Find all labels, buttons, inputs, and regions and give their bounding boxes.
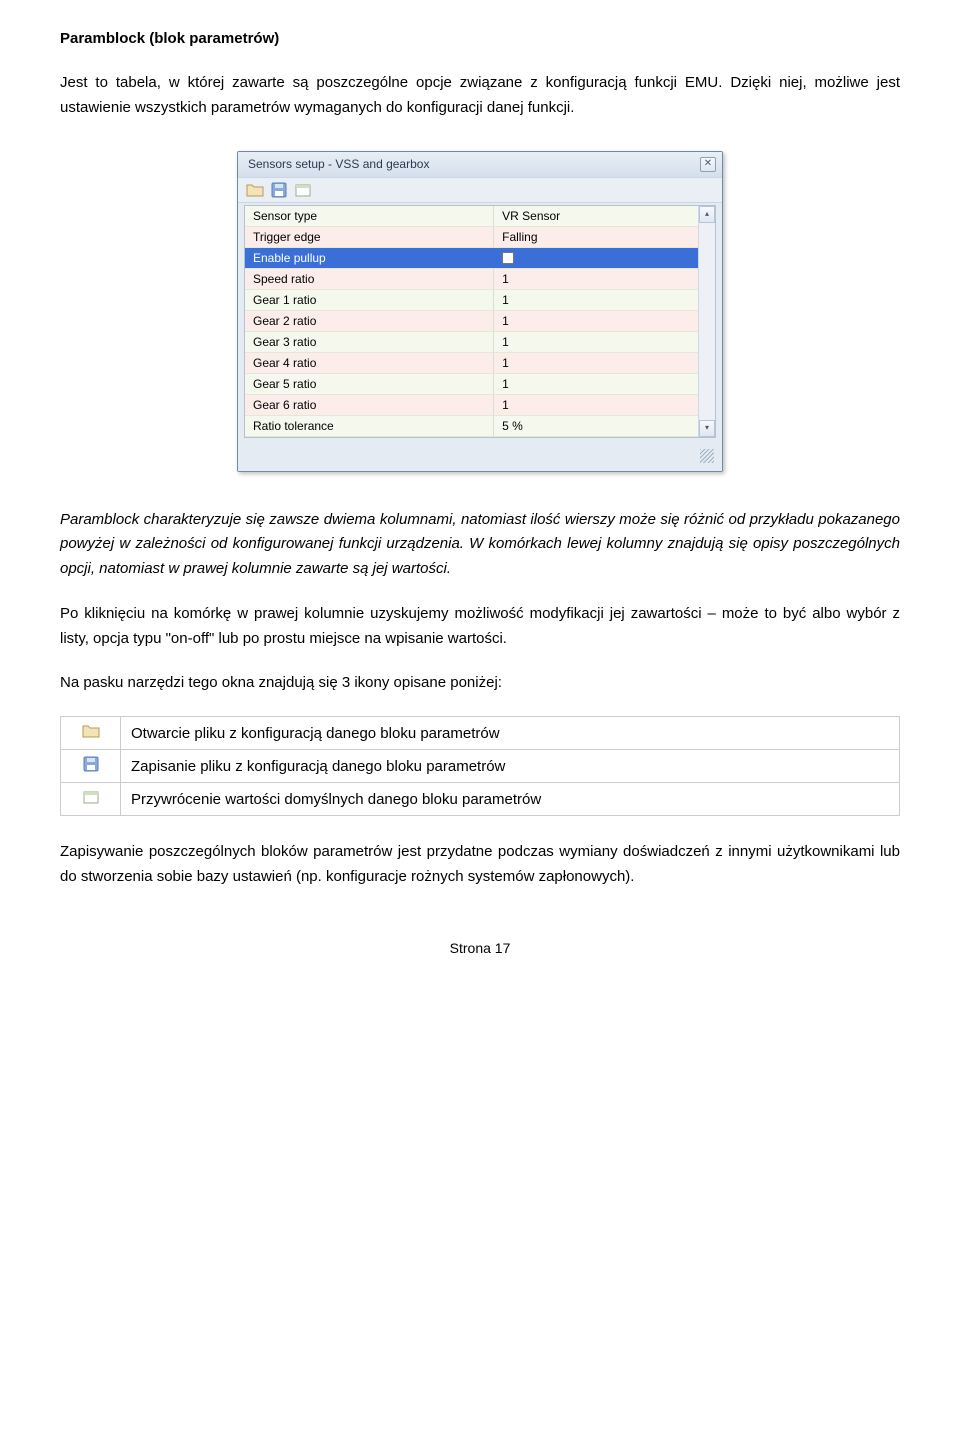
param-label: Trigger edge xyxy=(245,227,494,247)
resize-handle[interactable] xyxy=(700,449,714,463)
scrollbar-vertical[interactable]: ▴ ▾ xyxy=(698,206,715,437)
default-icon xyxy=(61,783,121,816)
param-value[interactable]: Falling xyxy=(494,227,698,247)
save-icon[interactable] xyxy=(270,182,288,198)
table-row: Otwarcie pliku z konfiguracją danego blo… xyxy=(61,717,900,750)
param-value[interactable] xyxy=(494,248,698,268)
param-label: Gear 6 ratio xyxy=(245,395,494,415)
param-value[interactable]: 1 xyxy=(494,332,698,352)
param-value[interactable]: VR Sensor xyxy=(494,206,698,226)
default-icon[interactable] xyxy=(294,182,312,198)
table-row[interactable]: Speed ratio1 xyxy=(245,269,698,290)
icon-description: Otwarcie pliku z konfiguracją danego blo… xyxy=(121,717,900,750)
window-title-text: Sensors setup - VSS and gearbox xyxy=(248,157,429,171)
table-row: Zapisanie pliku z konfiguracją danego bl… xyxy=(61,750,900,783)
param-label: Gear 2 ratio xyxy=(245,311,494,331)
toolbar-intro: Na pasku narzędzi tego okna znajdują się… xyxy=(60,671,900,696)
closing-paragraph: Zapisywanie poszczególnych bloków parame… xyxy=(60,840,900,890)
param-value[interactable]: 1 xyxy=(494,353,698,373)
folder-icon xyxy=(61,717,121,750)
folder-icon[interactable] xyxy=(246,182,264,198)
param-grid: Sensor typeVR SensorTrigger edgeFallingE… xyxy=(244,205,716,438)
window-footer xyxy=(238,444,722,471)
param-value[interactable]: 1 xyxy=(494,269,698,289)
table-row: Przywrócenie wartości domyślnych danego … xyxy=(61,783,900,816)
param-label: Ratio tolerance xyxy=(245,416,494,436)
close-icon[interactable]: ✕ xyxy=(700,157,716,172)
param-label: Gear 3 ratio xyxy=(245,332,494,352)
window-body: Sensor typeVR SensorTrigger edgeFallingE… xyxy=(238,203,722,444)
checkbox-icon[interactable] xyxy=(502,252,514,264)
param-label: Gear 1 ratio xyxy=(245,290,494,310)
sensors-setup-window: Sensors setup - VSS and gearbox ✕ Sensor… xyxy=(237,151,723,472)
param-label: Gear 5 ratio xyxy=(245,374,494,394)
param-label: Enable pullup xyxy=(245,248,494,268)
icon-description: Zapisanie pliku z konfiguracją danego bl… xyxy=(121,750,900,783)
param-label: Speed ratio xyxy=(245,269,494,289)
modification-paragraph: Po kliknięciu na komórkę w prawej kolumn… xyxy=(60,602,900,652)
param-value[interactable]: 1 xyxy=(494,311,698,331)
scroll-up-icon[interactable]: ▴ xyxy=(699,206,715,223)
intro-paragraph: Jest to tabela, w której zawarte są posz… xyxy=(60,71,900,121)
table-row[interactable]: Gear 4 ratio1 xyxy=(245,353,698,374)
table-row[interactable]: Gear 2 ratio1 xyxy=(245,311,698,332)
table-row[interactable]: Trigger edgeFalling xyxy=(245,227,698,248)
table-row[interactable]: Gear 3 ratio1 xyxy=(245,332,698,353)
param-value[interactable]: 1 xyxy=(494,290,698,310)
param-label: Gear 4 ratio xyxy=(245,353,494,373)
param-label: Sensor type xyxy=(245,206,494,226)
table-row[interactable]: Ratio tolerance5 % xyxy=(245,416,698,437)
save-icon xyxy=(61,750,121,783)
table-row[interactable]: Gear 5 ratio1 xyxy=(245,374,698,395)
param-value[interactable]: 1 xyxy=(494,374,698,394)
table-row[interactable]: Sensor typeVR Sensor xyxy=(245,206,698,227)
table-row[interactable]: Gear 1 ratio1 xyxy=(245,290,698,311)
scroll-down-icon[interactable]: ▾ xyxy=(699,420,715,437)
window-toolbar xyxy=(238,177,722,203)
table-row[interactable]: Enable pullup xyxy=(245,248,698,269)
screenshot-container: Sensors setup - VSS and gearbox ✕ Sensor… xyxy=(60,151,900,472)
param-value[interactable]: 1 xyxy=(494,395,698,415)
icon-description: Przywrócenie wartości domyślnych danego … xyxy=(121,783,900,816)
table-row[interactable]: Gear 6 ratio1 xyxy=(245,395,698,416)
param-value[interactable]: 5 % xyxy=(494,416,698,436)
icon-description-table: Otwarcie pliku z konfiguracją danego blo… xyxy=(60,716,900,816)
paramblock-word: Paramblock charakteryzuje się zawsze dwi… xyxy=(60,508,900,582)
page-number: Strona 17 xyxy=(60,940,900,956)
section-heading: Paramblock (blok parametrów) xyxy=(60,30,900,47)
window-titlebar: Sensors setup - VSS and gearbox ✕ xyxy=(238,152,722,177)
